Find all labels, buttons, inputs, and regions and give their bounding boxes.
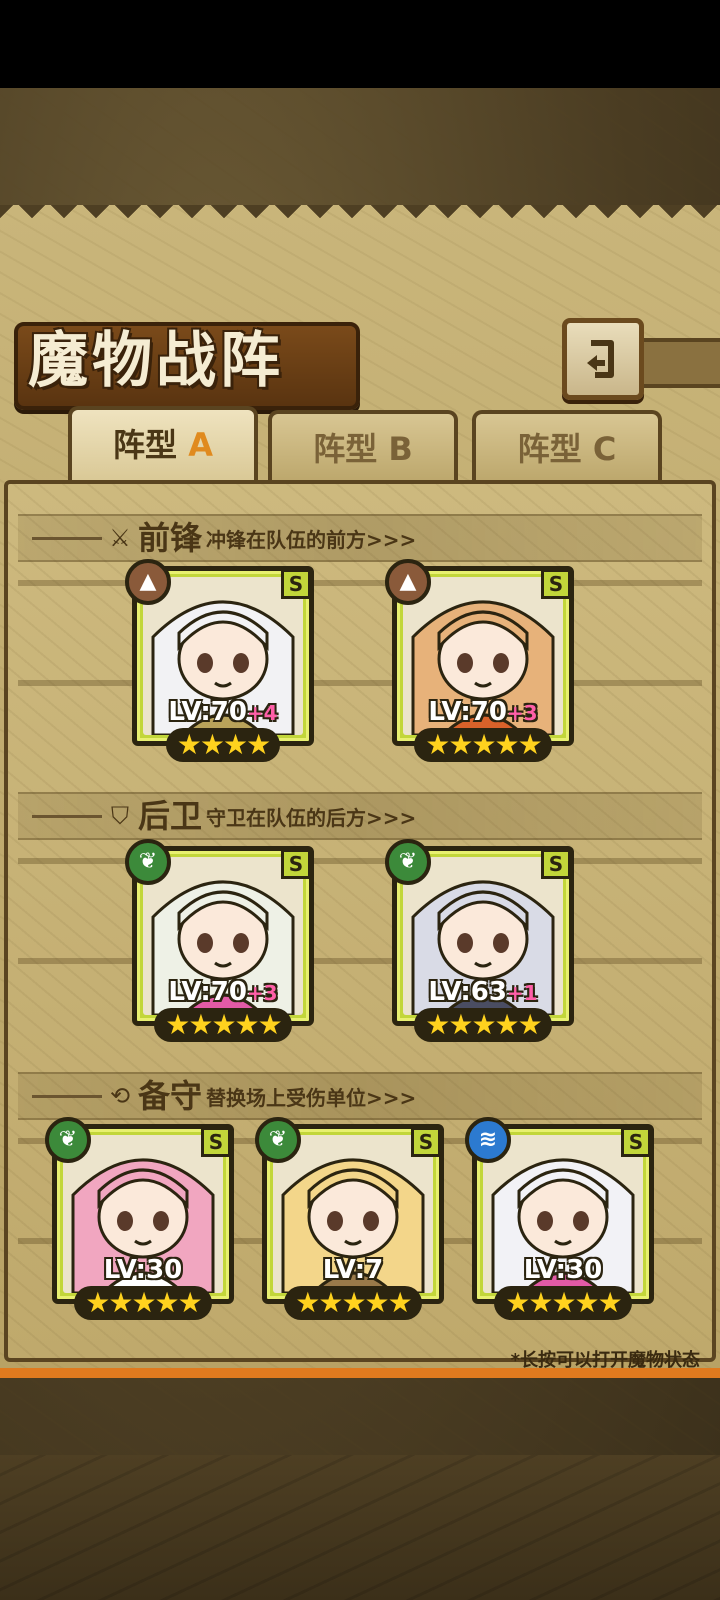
star-rating: ★★★★★ xyxy=(284,1286,422,1320)
unit-card[interactable]: S ❦ LV:30 xyxy=(45,1117,234,1304)
rank-badge: S xyxy=(281,569,311,599)
row-rail xyxy=(18,958,702,964)
nature-element-icon: ❦ xyxy=(255,1117,301,1163)
unit-level: LV:7 xyxy=(267,1255,439,1285)
level-text: LV:30 xyxy=(103,1255,183,1285)
rank-badge: S xyxy=(541,849,571,879)
level-text: LV:63 xyxy=(428,977,507,1007)
rank-badge: S xyxy=(541,569,571,599)
long-press-hint: *长按可以打开魔物状态 xyxy=(510,1350,700,1371)
star-rating: ★★★★★ xyxy=(494,1286,632,1320)
unit-level: LV:63+1 xyxy=(397,977,569,1007)
water-element-icon: ≋ xyxy=(465,1117,511,1163)
unit-level: LV:30 xyxy=(477,1255,649,1285)
section-vanguard-header: ⚔ 前锋 冲锋在队伍的前方>>> xyxy=(18,514,702,562)
tab-letter: C xyxy=(592,430,617,468)
unit-card[interactable]: S ≋ LV:30 xyxy=(465,1117,654,1304)
panel-torn-edge xyxy=(0,205,720,227)
star-rating: ★★★★★ xyxy=(414,728,552,762)
star-rating: ★★★★ xyxy=(166,728,280,762)
rank-badge: S xyxy=(201,1127,231,1157)
unit-card[interactable]: S ▲ LV:70+4 xyxy=(125,559,314,746)
rank-badge: S xyxy=(411,1127,441,1157)
level-text: LV:70 xyxy=(168,977,247,1007)
level-text: LV:70 xyxy=(168,697,247,727)
bottom-map-strip xyxy=(0,1455,720,1600)
nature-element-icon: ❦ xyxy=(125,839,171,885)
star-rating: ★★★★★ xyxy=(154,1008,292,1042)
status-bar-area xyxy=(0,0,720,88)
earth-element-icon: ▲ xyxy=(125,559,171,605)
earth-element-icon: ▲ xyxy=(385,559,431,605)
section-name: 后卫 xyxy=(138,797,203,835)
section-desc: 守卫在队伍的后方>>> xyxy=(206,806,417,830)
tab-formation-a[interactable]: 阵型 A xyxy=(68,406,258,482)
unit-level: LV:30 xyxy=(57,1255,229,1285)
level-text: LV:70 xyxy=(428,697,507,727)
section-name: 前锋 xyxy=(138,519,203,557)
tab-label: 阵型 xyxy=(517,430,582,468)
sword-icon: ⚔ xyxy=(109,524,131,552)
level-bonus: +1 xyxy=(506,981,538,1005)
unit-card[interactable]: S ❦ LV:70+3 xyxy=(125,839,314,1026)
tab-label: 阵型 xyxy=(313,430,378,468)
back-button[interactable] xyxy=(562,318,644,400)
level-text: LV:30 xyxy=(523,1255,603,1285)
tab-formation-b[interactable]: 阵型 B xyxy=(268,410,458,480)
header-line xyxy=(32,537,102,540)
header-line xyxy=(32,1095,102,1098)
section-desc: 冲锋在队伍的前方>>> xyxy=(206,528,417,552)
star-rating: ★★★★★ xyxy=(414,1008,552,1042)
rank-badge: S xyxy=(281,849,311,879)
section-desc: 替换场上受伤单位>>> xyxy=(206,1086,417,1110)
row-rail xyxy=(18,680,702,686)
unit-level: LV:70+3 xyxy=(137,977,309,1007)
formation-tabs: 阵型 A 阵型 B 阵型 C xyxy=(10,406,710,482)
level-bonus: +4 xyxy=(246,701,278,725)
swap-icon: ⟲ xyxy=(109,1082,131,1110)
section-reserve-header: ⟲ 备守 替换场上受伤单位>>> xyxy=(18,1072,702,1120)
header-line xyxy=(32,815,102,818)
level-text: LV:7 xyxy=(322,1255,384,1285)
section-name: 备守 xyxy=(138,1077,203,1115)
unit-level: LV:70+4 xyxy=(137,697,309,727)
row-rail xyxy=(18,858,702,864)
level-bonus: +3 xyxy=(246,981,278,1005)
unit-card[interactable]: S ❦ LV:7 xyxy=(255,1117,444,1304)
page-title: 魔物战阵 xyxy=(28,326,284,396)
tab-letter: B xyxy=(388,430,413,468)
star-rating: ★★★★★ xyxy=(74,1286,212,1320)
nature-element-icon: ❦ xyxy=(385,839,431,885)
shield-icon: ⛉ xyxy=(111,802,129,830)
back-button-rail xyxy=(640,338,720,388)
level-bonus: +3 xyxy=(506,701,538,725)
row-rail xyxy=(18,580,702,586)
unit-card[interactable]: S ❦ LV:63+1 xyxy=(385,839,574,1026)
tab-letter: A xyxy=(188,426,213,464)
unit-level: LV:70+3 xyxy=(397,697,569,727)
section-rearguard-header: ⛉ 后卫 守卫在队伍的后方>>> xyxy=(18,792,702,840)
unit-card[interactable]: S ▲ LV:70+3 xyxy=(385,559,574,746)
rank-badge: S xyxy=(621,1127,651,1157)
nature-element-icon: ❦ xyxy=(45,1117,91,1163)
tab-label: 阵型 xyxy=(113,426,178,464)
tab-formation-c[interactable]: 阵型 C xyxy=(472,410,662,480)
back-arrow-icon xyxy=(587,340,614,378)
